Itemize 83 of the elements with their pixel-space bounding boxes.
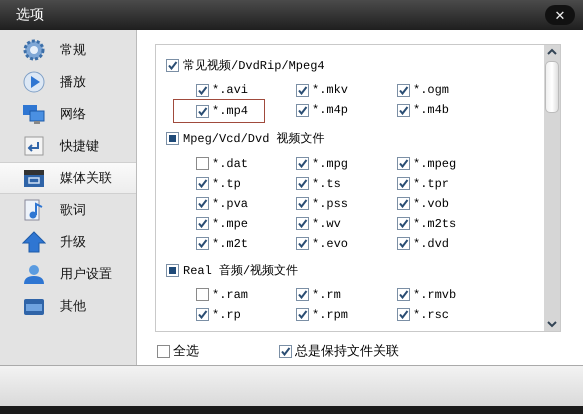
sidebar-item[interactable]: 其他: [0, 290, 136, 322]
checkbox[interactable]: [397, 177, 410, 190]
checkbox[interactable]: [296, 104, 309, 117]
scrollbar[interactable]: [544, 45, 560, 331]
sidebar-icon: [22, 38, 46, 62]
extension-label: *.rpm: [312, 308, 348, 322]
sidebar-item[interactable]: 网络: [0, 98, 136, 130]
scroll-thumb[interactable]: [545, 61, 559, 113]
sidebar-item[interactable]: 升级: [0, 226, 136, 258]
checkbox[interactable]: [397, 84, 410, 97]
extension-label: *.wv: [312, 216, 341, 231]
checkbox[interactable]: [397, 288, 410, 302]
checkbox[interactable]: [296, 84, 309, 97]
extension-label: *.rmvb: [413, 288, 456, 302]
checkbox[interactable]: [296, 237, 309, 250]
checkbox[interactable]: [196, 177, 209, 190]
extension-label: *.mkv: [312, 83, 348, 98]
sidebar-item[interactable]: 用户设置: [0, 258, 136, 290]
extension-label: *.m2t: [212, 236, 248, 251]
checkbox[interactable]: [196, 308, 209, 322]
sidebar-item[interactable]: 播放: [0, 66, 136, 98]
checkbox[interactable]: [397, 197, 410, 210]
checkbox[interactable]: [279, 344, 292, 358]
option-label: 全选: [173, 343, 199, 360]
checkbox[interactable]: [397, 308, 410, 322]
extension-label: *.ram: [212, 288, 248, 302]
option-label: 总是保持文件关联: [295, 343, 399, 360]
extension-label: *.m4p: [312, 103, 348, 118]
extension-label: *.mpg: [312, 156, 348, 171]
checkbox[interactable]: [196, 197, 209, 210]
group-label: Mpeg/Vcd/Dvd 视频文件: [183, 131, 325, 148]
checkbox[interactable]: [296, 217, 309, 230]
extension-label: *.pss: [312, 196, 348, 211]
checkbox[interactable]: [166, 59, 179, 72]
sidebar-item[interactable]: 歌词: [0, 194, 136, 226]
extension-label: *.ogm: [413, 83, 450, 98]
extension-label: *.tp: [212, 176, 241, 191]
extension-label: *.rp: [212, 308, 241, 322]
checkbox[interactable]: [296, 308, 309, 322]
window-title: 选项: [16, 6, 44, 24]
sidebar-icon: [22, 134, 46, 158]
extension-label: *.ts: [312, 176, 341, 191]
extension-label: *.rsc: [413, 308, 450, 322]
sidebar-item[interactable]: 常规: [0, 34, 136, 66]
sidebar-item[interactable]: 快捷键: [0, 130, 136, 162]
extension-label: *.m2ts: [413, 216, 456, 231]
checkbox[interactable]: [157, 344, 170, 358]
checkbox[interactable]: [166, 132, 179, 146]
close-button[interactable]: ✕: [545, 5, 575, 25]
checkbox[interactable]: [397, 217, 410, 230]
checkbox[interactable]: [196, 237, 209, 250]
checkbox[interactable]: [196, 157, 209, 170]
checkbox[interactable]: [196, 84, 209, 97]
extension-label: *.evo: [312, 236, 348, 251]
checkbox[interactable]: [196, 288, 209, 302]
checkbox[interactable]: [397, 157, 410, 170]
extension-label: *.dvd: [413, 236, 450, 251]
extension-label: *.mpeg: [413, 156, 456, 171]
checkbox[interactable]: [296, 177, 309, 190]
extension-label: *.mp4: [212, 104, 248, 118]
extension-label: *.m4b: [413, 103, 450, 118]
extension-label: *.pva: [212, 196, 248, 211]
checkbox[interactable]: [397, 237, 410, 250]
extension-label: *.vob: [413, 196, 450, 211]
group-label: Real 音频/视频文件: [183, 262, 298, 279]
sidebar-icon: [22, 230, 46, 254]
checkbox[interactable]: [196, 217, 209, 230]
checkbox[interactable]: [397, 104, 410, 117]
sidebar-icon: [22, 70, 46, 94]
extension-label: *.rm: [312, 288, 341, 302]
sidebar-icon: [22, 102, 46, 126]
extension-label: *.avi: [212, 83, 248, 98]
extension-label: *.tpr: [413, 176, 450, 191]
sidebar-icon: [22, 262, 46, 286]
checkbox[interactable]: [296, 288, 309, 302]
group-label: 常见视频/DvdRip/Mpeg4: [183, 58, 325, 74]
checkbox[interactable]: [166, 264, 179, 277]
extension-label: *.mpe: [212, 216, 248, 231]
extension-label: *.dat: [212, 156, 248, 171]
checkbox[interactable]: [196, 104, 209, 118]
checkbox[interactable]: [296, 197, 309, 210]
sidebar-item[interactable]: 媒体关联: [0, 162, 136, 194]
checkbox[interactable]: [296, 157, 309, 170]
